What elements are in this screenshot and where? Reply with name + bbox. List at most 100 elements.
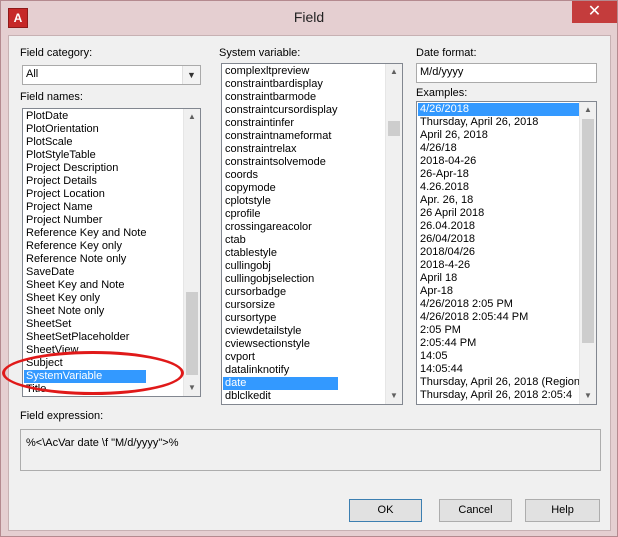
system-variable-item[interactable]: cvport [223, 351, 338, 364]
field-names-item[interactable]: PlotDate [24, 110, 146, 123]
field-names-item[interactable]: SheetSetPlaceholder [24, 331, 146, 344]
system-variable-item[interactable]: ctablestyle [223, 247, 338, 260]
examples-item[interactable]: 4/26/18 [418, 142, 580, 155]
scroll-down-icon[interactable]: ▼ [184, 380, 200, 396]
system-variable-scrollbar[interactable]: ▲ ▼ [385, 64, 402, 404]
examples-item[interactable]: 14:05 [418, 350, 580, 363]
examples-item[interactable]: 26.04.2018 [418, 220, 580, 233]
system-variable-item[interactable]: datalinknotify [223, 364, 338, 377]
field-names-item[interactable]: Project Details [24, 175, 146, 188]
examples-item[interactable]: 14:05:44 [418, 363, 580, 376]
system-variable-item[interactable]: cursortype [223, 312, 338, 325]
examples-item[interactable]: 2018/04/26 [418, 246, 580, 259]
field-names-item[interactable]: Reference Note only [24, 253, 146, 266]
scroll-up-icon[interactable]: ▲ [386, 64, 402, 80]
system-variable-item[interactable]: copymode [223, 182, 338, 195]
date-format-input[interactable]: M/d/yyyy [416, 63, 597, 83]
field-expression-value: %<\AcVar date \f "M/d/yyyy">% [26, 437, 179, 449]
title-bar[interactable]: A Field ✕ [1, 1, 617, 35]
examples-item[interactable]: April 18 [418, 272, 580, 285]
field-names-item[interactable]: Sheet Key and Note [24, 279, 146, 292]
cancel-button[interactable]: Cancel [439, 499, 512, 522]
system-variable-item[interactable]: complexltpreview [223, 65, 338, 78]
system-variable-item[interactable]: crossingareacolor [223, 221, 338, 234]
help-button[interactable]: Help [525, 499, 600, 522]
system-variable-item[interactable]: constraintcursordisplay [223, 104, 338, 117]
system-variable-item[interactable]: date [223, 377, 338, 390]
system-variable-item[interactable]: cursorsize [223, 299, 338, 312]
field-names-item[interactable]: Reference Key only [24, 240, 146, 253]
examples-item[interactable]: 2:05 PM [418, 324, 580, 337]
system-variable-item[interactable]: cviewdetailstyle [223, 325, 338, 338]
examples-item[interactable]: Thursday, April 26, 2018 (Region [418, 376, 580, 389]
field-category-value: All [26, 68, 39, 80]
system-variable-item[interactable]: constraintrelax [223, 143, 338, 156]
chevron-down-icon[interactable]: ▼ [182, 66, 200, 84]
examples-item[interactable]: Apr-18 [418, 285, 580, 298]
scroll-up-icon[interactable]: ▲ [580, 102, 596, 118]
examples-scrollbar[interactable]: ▲ ▼ [579, 102, 596, 404]
system-variable-item[interactable]: constraintbardisplay [223, 78, 338, 91]
examples-item[interactable]: 4/26/2018 [418, 103, 580, 116]
scroll-down-icon[interactable]: ▼ [580, 388, 596, 404]
field-names-item[interactable]: Sheet Key only [24, 292, 146, 305]
scroll-thumb[interactable] [582, 119, 594, 343]
field-names-item[interactable]: Sheet Note only [24, 305, 146, 318]
field-names-scrollbar[interactable]: ▲ ▼ [183, 109, 200, 396]
examples-item[interactable]: Thursday, April 26, 2018 [418, 116, 580, 129]
field-names-item[interactable]: PlotStyleTable [24, 149, 146, 162]
system-variable-item[interactable]: constraintnameformat [223, 130, 338, 143]
dialog-body: Field category: All ▼ Field names: PlotD… [8, 35, 611, 531]
dialog-title: Field [293, 9, 325, 25]
field-names-item[interactable]: SaveDate [24, 266, 146, 279]
ok-button[interactable]: OK [349, 499, 422, 522]
examples-item[interactable]: 4/26/2018 2:05:44 PM [418, 311, 580, 324]
examples-item[interactable]: 2018-4-26 [418, 259, 580, 272]
examples-item[interactable]: 2:05:44 PM [418, 337, 580, 350]
examples-item[interactable]: 26 April 2018 [418, 207, 580, 220]
field-names-item[interactable]: SheetSet [24, 318, 146, 331]
system-variable-item[interactable]: cursorbadge [223, 286, 338, 299]
field-names-item[interactable]: PlotOrientation [24, 123, 146, 136]
red-annotation-ellipse [2, 351, 184, 395]
examples-item[interactable]: 26/04/2018 [418, 233, 580, 246]
system-variable-item[interactable]: cviewsectionstyle [223, 338, 338, 351]
system-variable-item[interactable]: cullingobj [223, 260, 338, 273]
field-names-item[interactable]: Project Name [24, 201, 146, 214]
scroll-thumb[interactable] [186, 292, 198, 375]
examples-item[interactable]: 26-Apr-18 [418, 168, 580, 181]
field-names-item[interactable]: Project Location [24, 188, 146, 201]
close-button[interactable]: ✕ [572, 1, 617, 23]
examples-label: Examples: [416, 87, 468, 99]
system-variable-list[interactable]: complexltpreview constraintbardisplay cons… [221, 63, 403, 405]
scroll-thumb[interactable] [388, 121, 400, 136]
examples-item[interactable]: 4/26/2018 2:05 PM [418, 298, 580, 311]
field-names-label: Field names: [20, 91, 83, 103]
examples-list[interactable]: 4/26/2018 Thursday, April 26, 2018 April 2… [416, 101, 597, 405]
system-variable-item[interactable]: ctab [223, 234, 338, 247]
field-names-item[interactable]: Project Number [24, 214, 146, 227]
field-names-item[interactable]: Project Description [24, 162, 146, 175]
date-format-value: M/d/yyyy [420, 66, 464, 78]
field-category-select[interactable]: All ▼ [22, 65, 201, 85]
examples-item[interactable]: 2018-04-26 [418, 155, 580, 168]
system-variable-item[interactable]: constraintbarmode [223, 91, 338, 104]
examples-item[interactable]: April 26, 2018 [418, 129, 580, 142]
field-names-item[interactable]: PlotScale [24, 136, 146, 149]
examples-item[interactable]: Apr. 26, 18 [418, 194, 580, 207]
scroll-up-icon[interactable]: ▲ [184, 109, 200, 125]
examples-item[interactable]: 4.26.2018 [418, 181, 580, 194]
scroll-down-icon[interactable]: ▼ [386, 388, 402, 404]
field-names-item[interactable]: Reference Key and Note [24, 227, 146, 240]
system-variable-item[interactable]: cprofile [223, 208, 338, 221]
field-expression-box[interactable]: %<\AcVar date \f "M/d/yyyy">% [20, 429, 601, 471]
system-variable-item[interactable]: cullingobjselection [223, 273, 338, 286]
system-variable-label: System variable: [219, 47, 301, 59]
examples-items: 4/26/2018 Thursday, April 26, 2018 April 2… [418, 103, 580, 402]
system-variable-item[interactable]: constraintsolvemode [223, 156, 338, 169]
system-variable-item[interactable]: dblclkedit [223, 390, 338, 403]
system-variable-item[interactable]: constraintinfer [223, 117, 338, 130]
system-variable-item[interactable]: cplotstyle [223, 195, 338, 208]
examples-item[interactable]: Thursday, April 26, 2018 2:05:4 [418, 389, 580, 402]
system-variable-item[interactable]: coords [223, 169, 338, 182]
